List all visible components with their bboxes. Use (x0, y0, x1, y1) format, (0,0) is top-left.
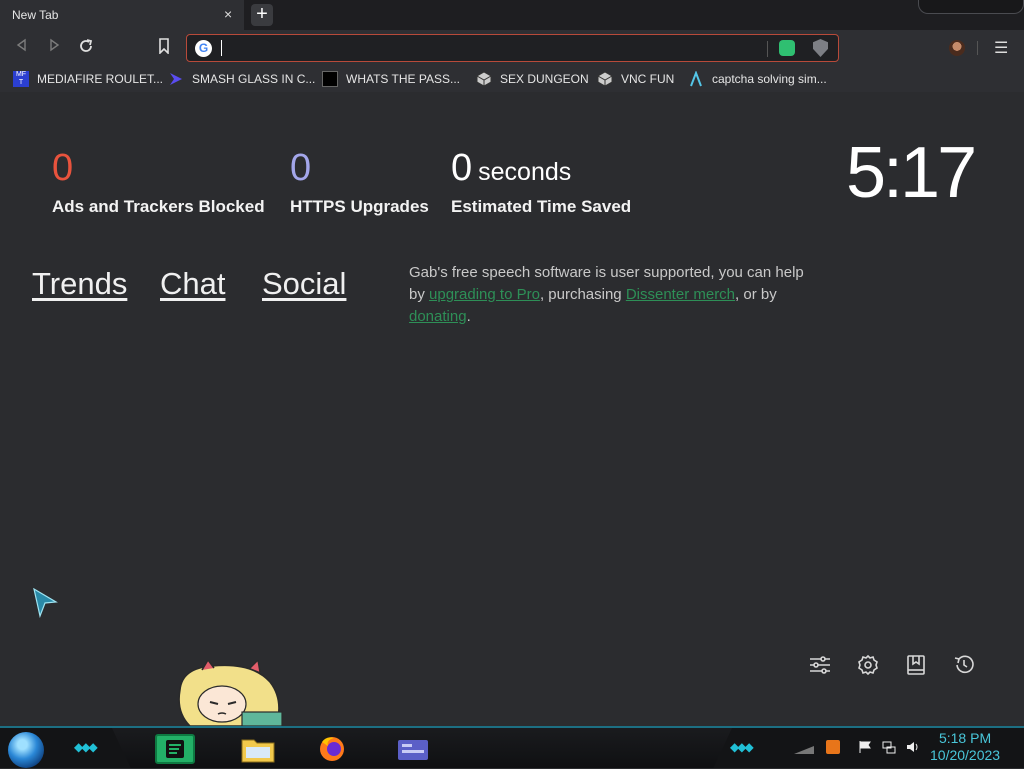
https-upgrades-count: 0 (290, 147, 312, 189)
chat-extension-icon[interactable] (779, 40, 795, 56)
settings-gear-icon[interactable] (857, 654, 879, 676)
support-message: Gab's free speech software is user suppo… (409, 264, 804, 325)
url-divider (767, 41, 768, 57)
back-icon[interactable] (12, 38, 32, 58)
tab-strip: New Tab × + (0, 0, 1024, 30)
taskbar-clock[interactable]: 5:18 PM 10/20/2023 (930, 730, 1000, 764)
network-icon[interactable] (882, 740, 896, 754)
tray-network-bars-icon[interactable] (794, 740, 814, 754)
close-tab-icon[interactable]: × (224, 6, 232, 22)
ads-blocked-count: 0 (52, 147, 74, 189)
tab-title: New Tab (12, 8, 59, 22)
dark-square-icon (322, 71, 338, 87)
taskbar-chat-app-icon[interactable] (155, 734, 195, 764)
volume-icon[interactable] (906, 740, 920, 754)
bookmarks-manager-icon[interactable] (905, 654, 927, 676)
chat-link[interactable]: Chat (160, 266, 225, 302)
tab-new-tab[interactable]: New Tab × (0, 0, 244, 30)
taskbar-time: 5:18 PM (938, 730, 992, 746)
toolbar: G ☰ (0, 30, 1024, 66)
donating-link[interactable]: donating (409, 308, 467, 325)
clock: 5:17 (846, 133, 977, 213)
mouse-cursor-icon (32, 587, 58, 623)
toolbar-divider (977, 41, 978, 55)
url-input[interactable] (221, 38, 761, 58)
new-tab-button[interactable]: + (251, 4, 273, 26)
bookmark-icon[interactable] (154, 38, 174, 58)
text-caret (221, 40, 222, 56)
bookmarks-bar: MF T MEDIAFIRE ROULET... SMASH GLASS IN C… (0, 66, 1024, 92)
taskbar-date: 10/20/2023 (930, 747, 1001, 763)
window-app-icon[interactable] (392, 734, 432, 764)
tray-app-icon[interactable] (826, 740, 840, 754)
https-upgrades-label: HTTPS Upgrades (290, 197, 429, 216)
mediafire-icon: MF T (13, 71, 29, 87)
profile-avatar[interactable] (949, 40, 965, 56)
upgrade-pro-link[interactable]: upgrading to Pro (429, 286, 540, 303)
menu-icon[interactable]: ☰ (994, 38, 1008, 58)
file-explorer-icon[interactable] (238, 734, 278, 764)
dissenter-merch-link[interactable]: Dissenter merch (626, 286, 735, 303)
action-center-flag-icon[interactable] (858, 740, 872, 754)
reload-icon[interactable] (76, 38, 96, 58)
address-bar[interactable]: G (186, 34, 839, 62)
google-icon: G (195, 40, 212, 57)
lambda-icon (688, 70, 704, 87)
time-saved-label: Estimated Time Saved (451, 197, 632, 216)
window-decoration (918, 0, 1024, 14)
forward-icon[interactable] (44, 38, 64, 58)
time-saved-unit: seconds (478, 158, 572, 186)
taskbar: ◆◆◆ ◆◆◆ 5:18 PM 10/20/2023 (0, 726, 1024, 768)
time-saved-count: 0 seconds (451, 147, 572, 189)
cartoon-character-sticker (172, 658, 288, 728)
shield-extension-icon[interactable] (813, 39, 828, 57)
history-icon[interactable] (953, 654, 975, 676)
chevron-logo-icon (168, 71, 184, 87)
decor-chevrons-icon: ◆◆◆ (74, 740, 98, 754)
social-link[interactable]: Social (262, 266, 346, 302)
cube-icon (597, 71, 613, 87)
firefox-icon[interactable] (312, 734, 352, 764)
cube-icon (476, 71, 492, 87)
trends-link[interactable]: Trends (32, 266, 127, 302)
decor-chevrons-icon: ◆◆◆ (730, 740, 754, 754)
ads-blocked-label: Ads and Trackers Blocked (52, 197, 265, 216)
customize-icon[interactable] (809, 654, 831, 676)
start-button[interactable] (8, 732, 44, 768)
